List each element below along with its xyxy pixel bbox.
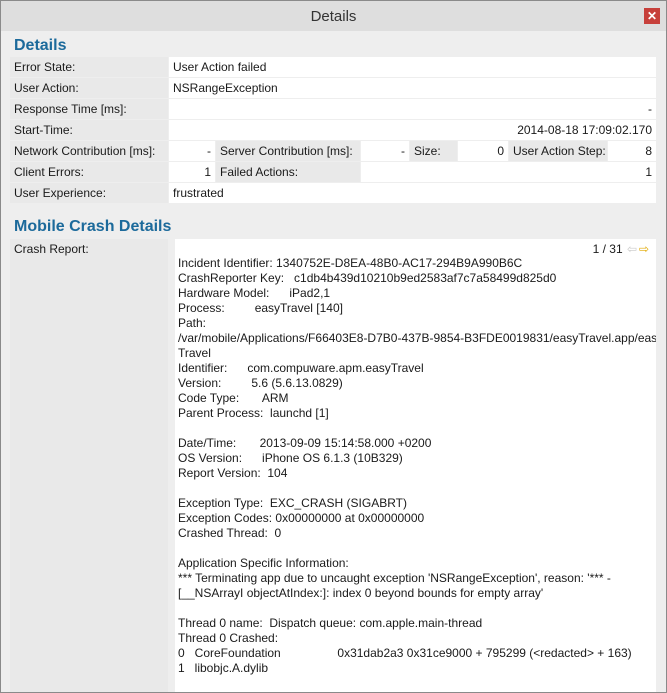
response-time-row: Response Time [ms]: -	[10, 99, 656, 120]
size-value: 0	[458, 141, 508, 161]
failed-actions-label: Failed Actions:	[216, 162, 360, 182]
crash-report-line: Parent Process: launchd [1]	[178, 406, 329, 420]
contribution-row: Network Contribution [ms]: - Server Cont…	[10, 141, 656, 162]
crash-report-line: /var/mobile/Applications/F66403E8-D7B0-4…	[178, 331, 656, 345]
errors-row: Client Errors: 1 Failed Actions: 1	[10, 162, 656, 183]
client-errors-label: Client Errors:	[10, 162, 168, 182]
crash-report-line: CrashReporter Key: c1db4b439d10210b9ed25…	[178, 271, 557, 285]
crash-report-line: Thread 0 name: Dispatch queue: com.apple…	[178, 616, 483, 630]
crash-report-line	[178, 541, 652, 556]
crash-report-row: Crash Report: 1 / 31 ⇦ ⇨ Incident Identif…	[10, 239, 656, 692]
user-experience-row: User Experience: frustrated	[10, 183, 656, 204]
crash-report-line: Identifier: com.compuware.apm.easyTravel	[178, 361, 424, 375]
crash-report-line: Process: easyTravel [140]	[178, 301, 343, 315]
crash-report-line: Travel	[178, 346, 211, 360]
crash-report-line: Report Version: 104	[178, 466, 288, 480]
error-state-row: Error State: User Action failed	[10, 57, 656, 78]
title-bar[interactable]: Details ✕	[1, 1, 666, 31]
error-state-value: User Action failed	[169, 57, 656, 77]
crash-report-line: Incident Identifier: 1340752E-D8EA-48B0-…	[178, 256, 523, 270]
crash-report-line: Path:	[178, 316, 207, 330]
failed-actions-value: 1	[361, 162, 656, 182]
crash-report-line: Crashed Thread: 0	[178, 526, 282, 540]
user-action-label: User Action:	[10, 78, 168, 98]
start-time-row: Start-Time: 2014-08-18 17:09:02.170	[10, 120, 656, 141]
crash-report-line: OS Version: iPhone OS 6.1.3 (10B329)	[178, 451, 403, 465]
crash-report-panel[interactable]: 1 / 31 ⇦ ⇨ Incident Identifier: 1340752E-…	[175, 239, 656, 692]
crash-report-line	[178, 421, 652, 436]
server-contribution-value: -	[361, 141, 409, 161]
start-time-value: 2014-08-18 17:09:02.170	[169, 120, 656, 140]
start-time-label: Start-Time:	[10, 120, 168, 140]
server-contribution-label: Server Contribution [ms]:	[216, 141, 360, 161]
crash-report-line: Date/Time: 2013-09-09 15:14:58.000 +0200	[178, 436, 432, 450]
crash-report-line: Thread 0 Crashed:	[178, 631, 279, 645]
close-icon[interactable]: ✕	[644, 8, 660, 24]
crash-report-line: Exception Type: EXC_CRASH (SIGABRT)	[178, 496, 407, 510]
details-window: Details ✕ Details Error State: User Acti…	[0, 0, 667, 693]
response-time-value: -	[169, 99, 656, 119]
user-action-row: User Action: NSRangeException	[10, 78, 656, 99]
error-state-label: Error State:	[10, 57, 168, 77]
user-experience-label: User Experience:	[10, 183, 168, 203]
crash-report-line: Exception Codes: 0x00000000 at 0x0000000…	[178, 511, 425, 525]
mobile-crash-heading: Mobile Crash Details	[14, 218, 172, 235]
crash-report-line: 0 CoreFoundation 0x31dab2a3 0x31ce9000 +…	[178, 646, 632, 660]
crash-report-line: *** Terminating app due to uncaught exce…	[178, 571, 611, 585]
user-action-step-value: 8	[608, 141, 656, 161]
crash-report-line: Code Type: ARM	[178, 391, 289, 405]
network-contribution-value: -	[169, 141, 215, 161]
user-action-step-label: User Action Step:	[509, 141, 607, 161]
user-action-value: NSRangeException	[169, 78, 656, 98]
size-label: Size:	[410, 141, 457, 161]
crash-report-line	[178, 601, 652, 616]
crash-report-line: [__NSArrayI objectAtIndex:]: index 0 bey…	[178, 586, 544, 600]
crash-report-line: Application Specific Information:	[178, 556, 349, 570]
crash-report-line	[178, 481, 652, 496]
crash-report-line: 1 libobjc.A.dylib	[178, 661, 269, 675]
response-time-label: Response Time [ms]:	[10, 99, 168, 119]
client-errors-value: 1	[169, 162, 215, 182]
user-experience-value: frustrated	[169, 183, 656, 203]
crash-report-line: Hardware Model: iPad2,1	[178, 286, 331, 300]
crash-report-text: Incident Identifier: 1340752E-D8EA-48B0-…	[178, 256, 656, 676]
window-title: Details	[310, 8, 357, 25]
pager-text: 1 / 31	[592, 242, 623, 256]
crash-report-line: Version: 5.6 (5.6.13.0829)	[178, 376, 343, 390]
network-contribution-label: Network Contribution [ms]:	[10, 141, 168, 161]
crash-report-label: Crash Report:	[10, 239, 168, 692]
details-content: Details Error State: User Action failed …	[10, 35, 656, 692]
details-heading: Details	[14, 37, 67, 54]
